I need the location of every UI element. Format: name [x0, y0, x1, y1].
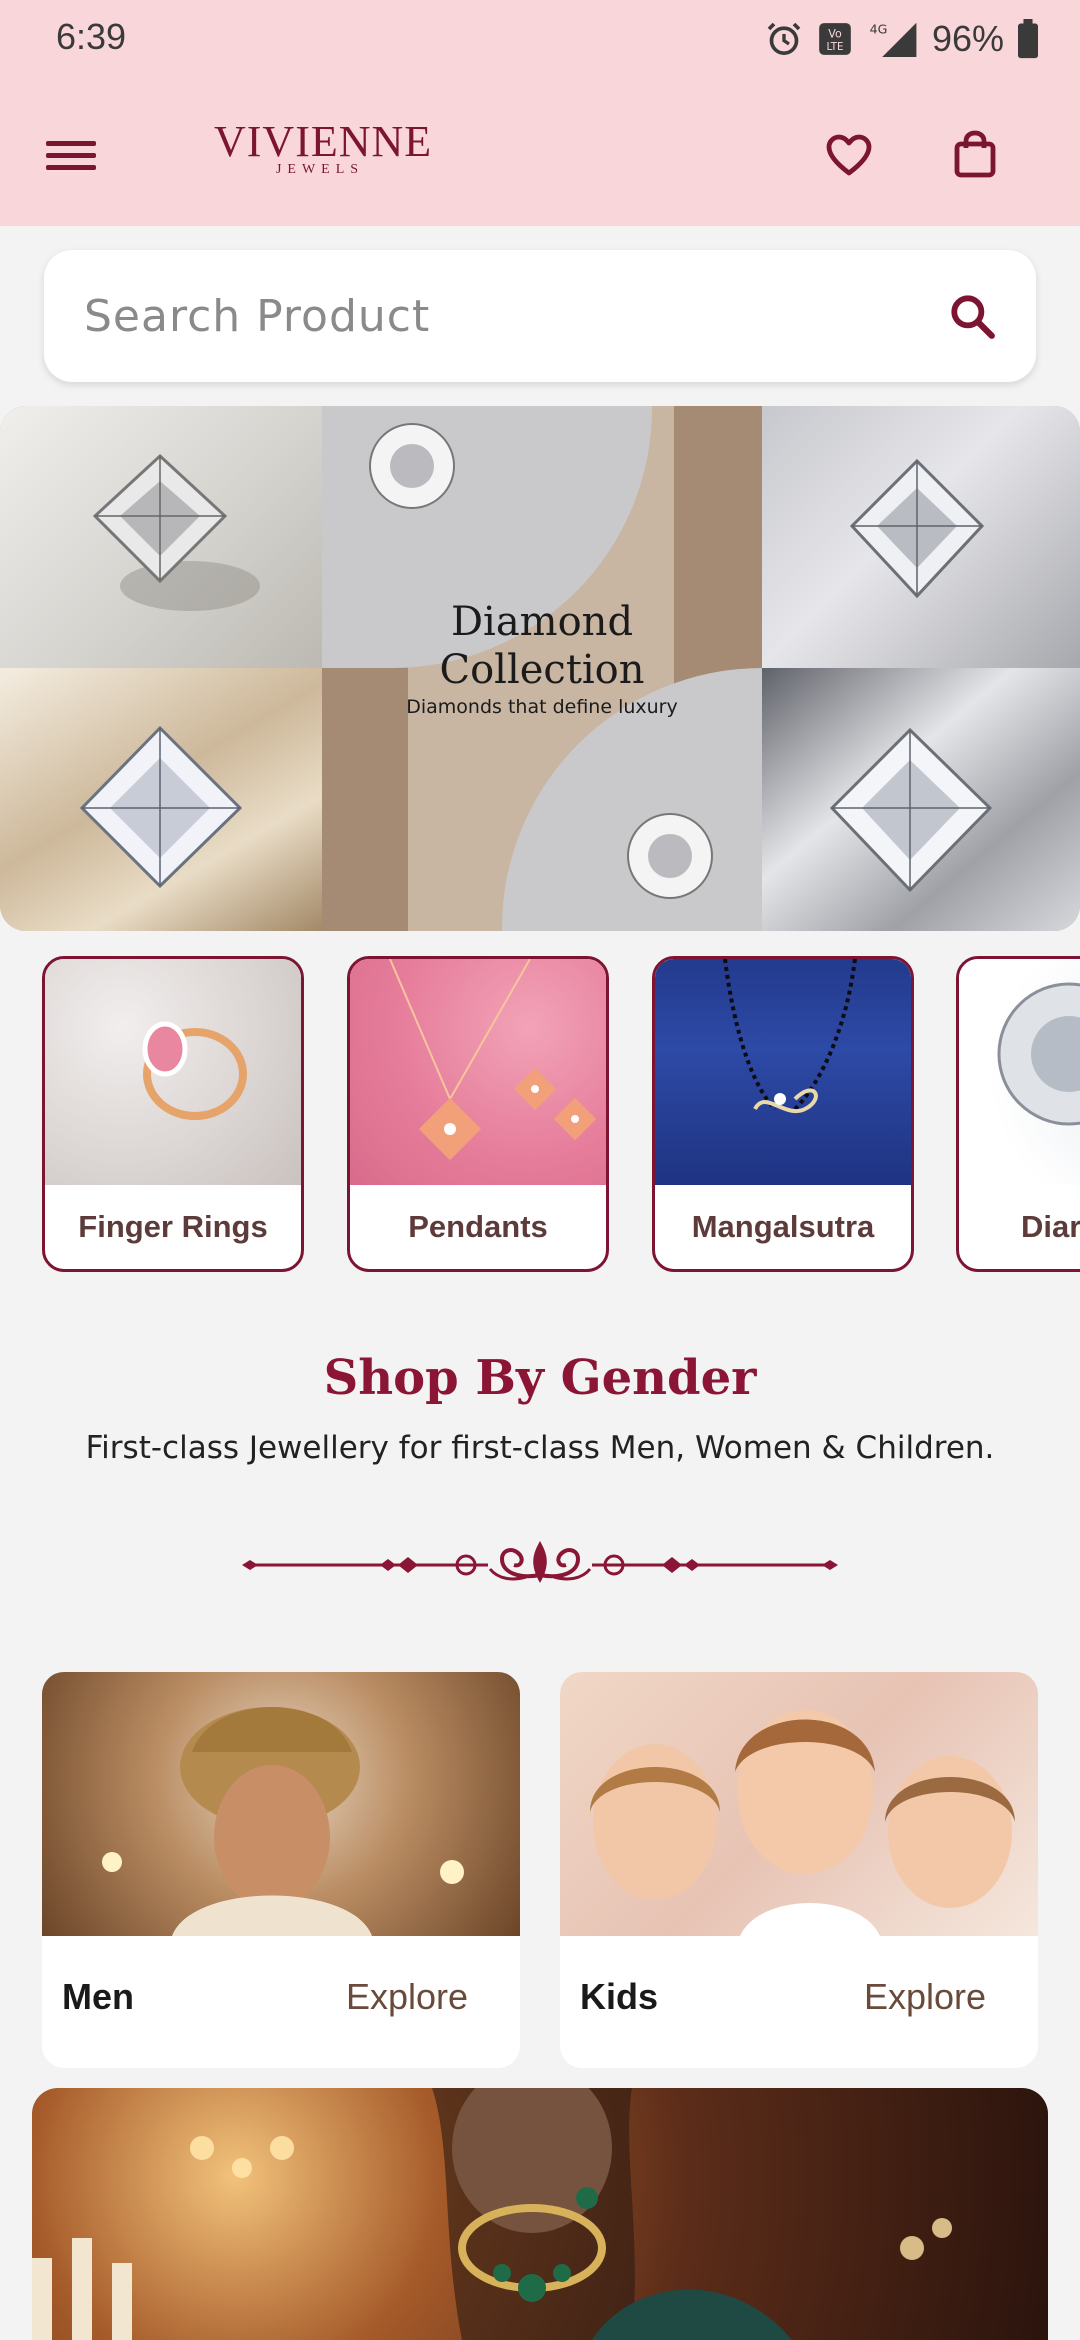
brand-logo[interactable]: VIVIENNE JEWELS [214, 117, 433, 182]
status-icons: Vo LTE 4G 96% [764, 14, 1040, 64]
volte-icon: Vo LTE [816, 20, 854, 58]
shopping-bag-icon [954, 130, 996, 178]
category-label: Pendants [408, 1209, 548, 1244]
top-app-area: 6:39 Vo LTE 4G 96% VIVIENNE JEWELS [0, 0, 1080, 226]
svg-text:LTE: LTE [826, 41, 843, 53]
banner-title: Diamond Collection [439, 599, 645, 693]
svg-text:4G: 4G [870, 22, 888, 37]
category-image [959, 959, 1080, 1185]
battery-percent: 96% [931, 18, 1004, 59]
category-label: Finger Rings [78, 1209, 268, 1244]
gender-card-men[interactable]: Men Explore [42, 1672, 520, 2068]
brand-name: VIVIENNE [214, 117, 433, 166]
search-input[interactable] [84, 250, 934, 382]
status-bar: 6:39 Vo LTE 4G 96% [0, 0, 1080, 78]
alarm-icon [764, 19, 804, 59]
status-time: 6:39 [56, 16, 127, 57]
shop-by-gender-subtitle: First-class Jewellery for first-class Me… [85, 1430, 995, 1466]
gender-card-name: Men [62, 1976, 134, 2017]
signal-4g-icon: 4G [866, 19, 920, 59]
category-card-finger-rings[interactable]: Finger Rings [42, 956, 304, 1272]
menu-button[interactable] [36, 122, 106, 188]
cart-button[interactable] [946, 124, 1004, 184]
men-image [42, 1672, 520, 1936]
banner-diamond-image [0, 668, 322, 931]
svg-text:Vo: Vo [828, 27, 842, 40]
explore-link[interactable]: Explore [864, 1976, 986, 2018]
shop-by-gender-title: Shop By Gender [323, 1350, 757, 1406]
kids-image [560, 1672, 1038, 1936]
category-carousel[interactable]: Finger Rings Pendants Mangalsutra Diar [0, 956, 1080, 1272]
category-card-pendants[interactable]: Pendants [347, 956, 609, 1272]
category-image [45, 959, 301, 1185]
banner-subtitle: Diamonds that define luxury [406, 696, 678, 718]
banner-diamond-image [0, 406, 322, 668]
women-collection-banner[interactable] [32, 2088, 1048, 2340]
category-card-mangalsutra[interactable]: Mangalsutra [652, 956, 914, 1272]
gender-card-kids[interactable]: Kids Explore [560, 1672, 1038, 2068]
category-image [350, 959, 606, 1185]
app-bar: VIVIENNE JEWELS [0, 100, 1080, 210]
search-bar [44, 250, 1036, 382]
wishlist-button[interactable] [820, 126, 878, 184]
category-card-diamonds[interactable]: Diar [956, 956, 1080, 1272]
battery-icon [1016, 19, 1040, 59]
category-label: Diar [1021, 1209, 1080, 1244]
diamond-collection-banner[interactable]: Diamond Collection Diamonds that define … [0, 406, 1080, 931]
search-button[interactable] [942, 286, 1002, 346]
banner-diamond-image [762, 668, 1080, 931]
ornamental-divider-icon [242, 1541, 838, 1583]
explore-link[interactable]: Explore [346, 1976, 468, 2018]
category-label: Mangalsutra [691, 1209, 875, 1244]
category-image [655, 959, 911, 1185]
heart-icon [826, 134, 872, 176]
hamburger-menu-icon [46, 141, 96, 170]
search-icon [951, 295, 995, 339]
banner-diamond-image [762, 406, 1080, 668]
gender-card-name: Kids [580, 1976, 659, 2017]
